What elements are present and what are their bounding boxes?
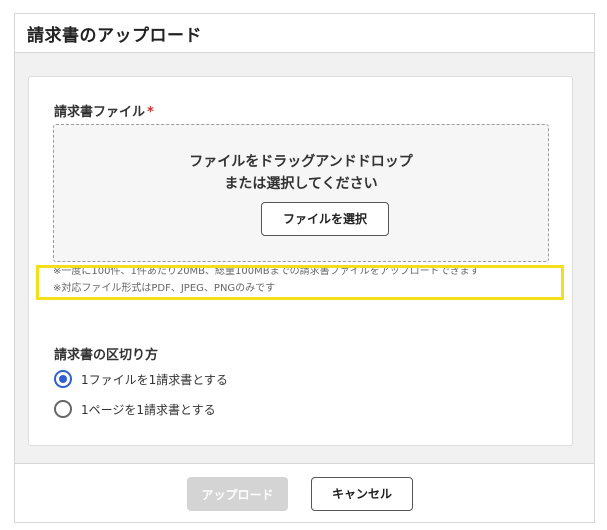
upload-limit-note: ※一度に100件、1件あたり20MB、総量100MBまでの請求書ファイルをアップ… xyxy=(53,266,480,277)
file-field-label-text: 請求書ファイル xyxy=(54,105,146,120)
upload-button[interactable]: アップロード xyxy=(187,477,288,511)
radio-checked-icon[interactable] xyxy=(54,370,72,388)
dropzone-instruction: ファイルをドラッグアンドドロップ xyxy=(189,154,413,170)
upload-notes: ※一度に100件、1件あたり20MB、総量100MBまでの請求書ファイルをアップ… xyxy=(53,265,553,296)
form-panel: 請求書ファイル * ファイルをドラッグアンドドロップ または選択してください ファ… xyxy=(28,76,573,446)
radio-option-per-file[interactable]: 1ファイルを1請求書とする xyxy=(54,368,228,390)
radio-option-per-page[interactable]: 1ページを1請求書とする xyxy=(54,398,216,420)
radio-unchecked-icon[interactable] xyxy=(54,400,72,418)
file-format-note: ※対応ファイル形式はPDF、JPEG、PNGのみです xyxy=(53,283,276,294)
upload-dialog: 請求書のアップロード 請求書ファイル * ファイルをドラッグアンドドロップ または… xyxy=(14,13,595,523)
radio-option-label: 1ページを1請求書とする xyxy=(81,402,216,417)
dropzone-instruction-sub: または選択してください xyxy=(224,176,378,192)
radio-option-label: 1ファイルを1請求書とする xyxy=(81,372,228,387)
split-mode-label: 請求書の区切り方 xyxy=(54,348,159,363)
select-file-button[interactable]: ファイルを選択 xyxy=(261,202,389,236)
file-field-label: 請求書ファイル * xyxy=(54,101,154,120)
dialog-title: 請求書のアップロード xyxy=(27,26,202,46)
cancel-button[interactable]: キャンセル xyxy=(311,477,413,511)
required-mark: * xyxy=(147,105,154,120)
dialog-footer: アップロード キャンセル xyxy=(15,463,594,522)
dialog-header: 請求書のアップロード xyxy=(15,14,594,53)
file-dropzone[interactable]: ファイルをドラッグアンドドロップ または選択してください ファイルを選択 xyxy=(53,124,549,262)
